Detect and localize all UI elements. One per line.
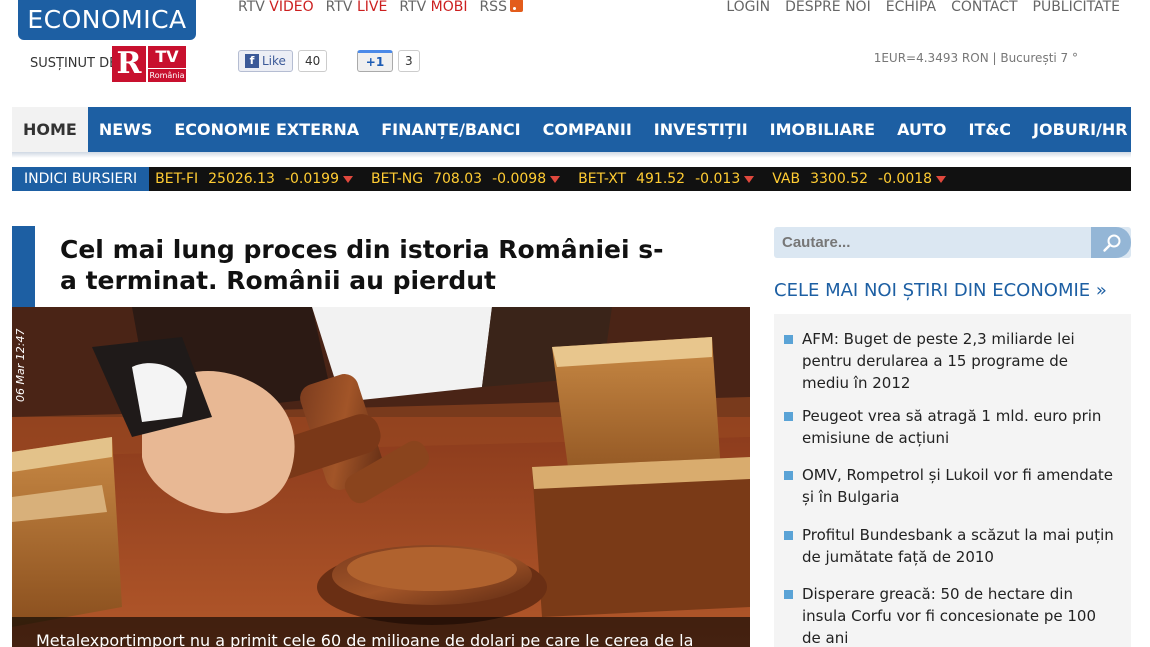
article-date: 06 Mar 12:47 — [14, 328, 27, 402]
article-caption: Metalexportimport nu a primit cele 60 de… — [12, 617, 750, 647]
down-arrow-icon — [550, 175, 561, 183]
facebook-like-widget: f Like 40 — [238, 50, 328, 72]
gavel-photo-illustration — [12, 307, 750, 647]
rtv-logo-r: R — [112, 46, 146, 82]
ticker-item[interactable]: BET-FI 25026.13 -0.0199 — [155, 171, 353, 187]
facebook-like-count: 40 — [297, 50, 328, 72]
latest-news-list: AFM: Buget de peste 2,3 miliarde lei pen… — [774, 314, 1131, 647]
currency-weather-info: 1EUR=4.3493 RON | București 7 ° — [873, 51, 1078, 65]
team-link[interactable]: ECHIPA — [886, 0, 936, 15]
bullet-icon — [784, 531, 793, 540]
nav-economie-externa[interactable]: ECONOMIE EXTERNA — [163, 107, 370, 152]
nav-turism[interactable]: TURISM — [1139, 107, 1150, 152]
top-link-rtv-video[interactable]: RTV VIDEO — [238, 0, 314, 15]
utility-links: LOGIN DESPRE NOI ECHIPA CONTACT PUBLICIT… — [726, 0, 1120, 15]
list-item[interactable]: Profitul Bundesbank a scăzut la mai puți… — [784, 524, 1119, 568]
top-link-rtv-live[interactable]: RTV LIVE — [326, 0, 388, 15]
down-arrow-icon — [342, 175, 353, 183]
nav-shadow — [12, 152, 1131, 158]
search-button[interactable] — [1091, 227, 1131, 258]
search-box — [774, 227, 1131, 258]
google-plus-widget: +1 3 — [357, 50, 420, 72]
ticker-item[interactable]: VAB 3300.52 -0.0018 — [772, 171, 947, 187]
nav-companii[interactable]: COMPANII — [532, 107, 643, 152]
ticker-item[interactable]: BET-NG 708.03 -0.0098 — [371, 171, 561, 187]
top-link-rss[interactable]: RSS — [479, 0, 523, 15]
contact-link[interactable]: CONTACT — [951, 0, 1017, 15]
advertising-link[interactable]: PUBLICITATE — [1033, 0, 1120, 15]
nav-finante-banci[interactable]: FINANȚE/BANCI — [370, 107, 531, 152]
stock-ticker: INDICI BURSIERI BET-FI 25026.13 -0.0199 … — [12, 167, 1131, 191]
facebook-like-button[interactable]: f Like — [238, 50, 293, 72]
search-input[interactable] — [774, 227, 1092, 258]
down-arrow-icon — [744, 175, 755, 183]
nav-news[interactable]: NEWS — [88, 107, 164, 152]
list-item[interactable]: OMV, Rompetrol și Lukoil vor fi amendate… — [784, 464, 1119, 508]
bullet-icon — [784, 412, 793, 421]
article-headline[interactable]: Cel mai lung proces din istoria României… — [60, 234, 680, 296]
supported-by-label: SUSȚINUT DE — [30, 56, 118, 71]
nav-auto[interactable]: AUTO — [886, 107, 957, 152]
nav-investitii[interactable]: INVESTIȚII — [643, 107, 759, 152]
site-logo[interactable]: ECONOMICA — [18, 0, 196, 40]
rtv-logo-sub: România — [146, 68, 186, 82]
bullet-icon — [784, 471, 793, 480]
article-photo[interactable]: Metalexportimport nu a primit cele 60 de… — [12, 307, 750, 647]
google-plus-count: 3 — [398, 50, 420, 72]
bullet-icon — [784, 590, 793, 599]
nav-joburi-hr[interactable]: JOBURI/HR — [1022, 107, 1139, 152]
rtv-logo[interactable]: R TV România — [112, 46, 186, 82]
latest-news-title[interactable]: CELE MAI NOI ȘTIRI DIN ECONOMIE » — [774, 280, 1107, 301]
ticker-item[interactable]: BET-XT 491.52 -0.013 — [578, 171, 755, 187]
search-icon — [1103, 234, 1121, 252]
main-nav: HOME NEWS ECONOMIE EXTERNA FINANȚE/BANCI… — [12, 107, 1150, 152]
nav-home[interactable]: HOME — [12, 107, 88, 152]
bullet-icon — [784, 335, 793, 344]
nav-imobiliare[interactable]: IMOBILIARE — [759, 107, 886, 152]
list-item[interactable]: Disperare greacă: 50 de hectare din insu… — [784, 583, 1119, 647]
facebook-icon: f — [245, 54, 259, 68]
down-arrow-icon — [936, 175, 947, 183]
top-link-rtv-mobi[interactable]: RTV MOBI — [399, 0, 467, 15]
list-item[interactable]: AFM: Buget de peste 2,3 miliarde lei pen… — [784, 328, 1119, 394]
rtv-logo-tv: TV — [146, 46, 186, 68]
top-links: RTV VIDEO RTV LIVE RTV MOBI RSS — [238, 0, 523, 15]
page: ECONOMICA SUSȚINUT DE R TV România RTV V… — [0, 0, 1150, 647]
list-item[interactable]: Peugeot vrea să atragă 1 mld. euro prin … — [784, 405, 1119, 449]
google-plus-one-button[interactable]: +1 — [357, 50, 393, 72]
rss-icon — [509, 0, 523, 12]
ticker-label[interactable]: INDICI BURSIERI — [12, 167, 150, 191]
login-link[interactable]: LOGIN — [726, 0, 770, 15]
nav-it-c[interactable]: IT&C — [957, 107, 1022, 152]
featured-article: 06 Mar 12:47 Cel mai lung proces din ist… — [12, 226, 750, 647]
about-link[interactable]: DESPRE NOI — [785, 0, 871, 15]
